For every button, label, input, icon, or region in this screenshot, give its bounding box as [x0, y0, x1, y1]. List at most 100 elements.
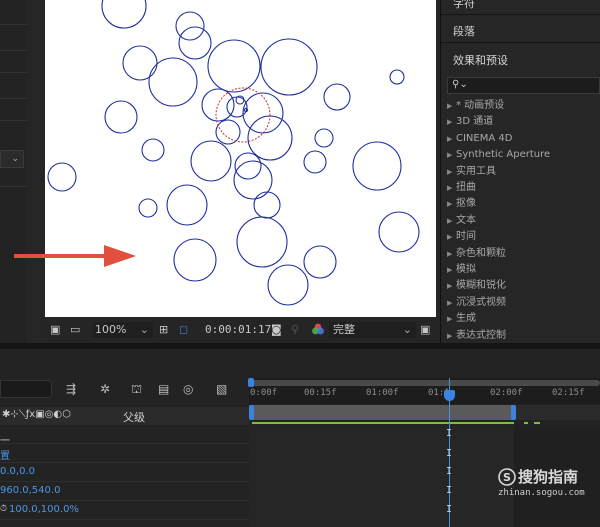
work-area-bar[interactable] [252, 405, 514, 420]
work-area-end-handle[interactable] [511, 405, 516, 420]
switches-icons: ✱⊹⟍ƒx▣◎◐⬡ [2, 409, 71, 420]
red-arrow-icon [14, 245, 136, 267]
keyframe-marker[interactable]: I [446, 485, 452, 496]
effects-category-item[interactable]: ▶ 表达式控制 [447, 328, 506, 344]
resolution-dropdown[interactable]: 完整 ⌄ [329, 322, 416, 338]
expand-triangle-icon[interactable]: ▶ [447, 229, 456, 245]
expand-triangle-icon[interactable]: ▶ [447, 311, 456, 327]
search-icon: ⚲⌄ [452, 79, 468, 90]
parent-column-label: 父级 [123, 411, 145, 424]
expand-triangle-icon[interactable]: ▶ [447, 246, 456, 262]
effects-category-label: 抠像 [456, 198, 476, 209]
layer-column-header: ✱⊹⟍ƒx▣◎◐⬡ 父级 [0, 407, 249, 425]
expand-triangle-icon[interactable]: ▶ [447, 180, 456, 196]
effects-category-label: 时间 [456, 231, 476, 242]
chevron-down-icon[interactable]: ⌄ [0, 150, 24, 168]
expand-triangle-icon[interactable]: ▶ [447, 278, 456, 294]
effects-category-item[interactable]: ▶ CINEMA 4D [447, 131, 512, 147]
motion-blur-icon[interactable]: ◎ [183, 380, 193, 398]
expand-triangle-icon[interactable]: ▶ [447, 147, 456, 163]
effects-category-item[interactable]: ▶ 模拟 [447, 262, 476, 278]
transparency-grid-icon[interactable]: ◻ [179, 322, 188, 338]
effects-category-label: 模糊和锐化 [456, 280, 506, 291]
zoom-dropdown[interactable]: 100% ⌄ [93, 322, 153, 338]
effects-category-label: 扭曲 [456, 182, 476, 193]
snapshot-display-icon[interactable]: ▣ [50, 322, 60, 338]
color-channels-icon[interactable] [311, 322, 325, 338]
scale-value[interactable]: 100.0,100.0% [9, 504, 79, 515]
region-of-interest-icon[interactable]: ⊞ [159, 322, 168, 338]
keyframe-marker[interactable]: I [446, 466, 452, 477]
effects-category-item[interactable]: ▶ 杂色和颗粒 [447, 246, 506, 262]
effects-category-label: 杂色和颗粒 [456, 248, 506, 259]
keyframe-marker[interactable]: I [446, 504, 452, 515]
effects-category-item[interactable]: ▶ 模糊和锐化 [447, 278, 506, 294]
hide-shy-layers-icon[interactable]: ⛫ [131, 380, 142, 398]
effects-category-item[interactable]: ▶ 文本 [447, 213, 476, 229]
monitor-icon[interactable]: ▭ [70, 322, 80, 338]
expand-triangle-icon[interactable]: ▶ [447, 295, 456, 311]
time-navigator-bar[interactable] [252, 380, 600, 386]
effects-category-item[interactable]: ▶ * 动画预设 [447, 98, 504, 114]
expand-triangle-icon[interactable]: ▶ [447, 98, 456, 114]
render-cache-indicator [534, 422, 540, 424]
watermark-brand: 搜狗指南 [518, 468, 579, 486]
property-dash: 一 [0, 436, 10, 447]
work-area-start-handle[interactable] [249, 405, 254, 420]
stopwatch-icon[interactable]: ⏱ [0, 504, 7, 514]
camera-icon[interactable]: ◙ [271, 322, 282, 338]
effects-category-item[interactable]: ▶ 3D 通道 [447, 114, 493, 130]
effects-category-label: 生成 [456, 313, 476, 324]
expand-triangle-icon[interactable]: ▶ [447, 131, 456, 147]
effects-presets-title: 效果和预设 [453, 54, 508, 67]
chevron-down-icon: ⌄ [402, 323, 412, 336]
effects-category-item[interactable]: ▶ 扭曲 [447, 180, 476, 196]
expand-triangle-icon[interactable]: ▶ [447, 114, 456, 130]
render-cache-indicator [524, 422, 528, 424]
frame-blending-icon[interactable]: ▤ [158, 380, 169, 398]
work-area-remainder [514, 405, 600, 420]
effects-category-item[interactable]: ▶ 生成 [447, 311, 476, 327]
expand-triangle-icon[interactable]: ▶ [447, 196, 456, 212]
composition-flowchart-icon[interactable]: ⇶ [66, 380, 76, 398]
effects-category-item[interactable]: ▶ Synthetic Aperture [447, 147, 550, 163]
effects-category-label: 表达式控制 [456, 330, 506, 341]
effects-search-input[interactable]: ⚲⌄ [447, 77, 600, 94]
watermark-url: zhinan.sogou.com [498, 488, 585, 498]
effects-category-item[interactable]: ▶ 时间 [447, 229, 476, 245]
character-tab[interactable]: 字符 [453, 0, 475, 11]
layer-search-input[interactable] [0, 380, 52, 398]
channel-icon[interactable]: ⚲ [291, 322, 299, 338]
keyframe-marker[interactable]: I [446, 428, 452, 439]
anchor-point-value[interactable]: 0.0,0.0 [0, 466, 35, 477]
keyframe-marker[interactable]: I [446, 448, 452, 459]
expand-triangle-icon[interactable]: ▶ [447, 164, 456, 180]
chevron-down-icon: ⌄ [139, 323, 149, 336]
current-timecode[interactable]: 0:00:01:17 [205, 322, 271, 338]
ruler-tick-label: 00:15f [304, 388, 337, 398]
expand-triangle-icon[interactable]: ▶ [447, 328, 456, 344]
draft-3d-icon[interactable]: ✲ [100, 380, 110, 398]
effects-category-item[interactable]: ▶ 抠像 [447, 196, 476, 212]
position-label[interactable]: 置 [0, 447, 10, 462]
playhead-handle[interactable] [444, 390, 455, 401]
svg-text:S: S [503, 471, 511, 484]
position-value[interactable]: 960.0,540.0 [0, 485, 60, 496]
ruler-tick-label: 02:15f [552, 388, 585, 398]
effects-category-item[interactable]: ▶ 沉浸式视频 [447, 295, 506, 311]
expand-triangle-icon[interactable]: ▶ [447, 213, 456, 229]
navigator-start-handle[interactable] [248, 378, 254, 387]
effects-category-label: 文本 [456, 215, 476, 226]
effects-category-label: 3D 通道 [456, 116, 494, 127]
render-cache-indicator [252, 422, 514, 424]
viewer-toolbar: ▣ ▭ 100% ⌄ ⊞ ◻ 0:00:01:17 ◙ ⚲ 完整 ⌄ ▣ [45, 318, 440, 342]
resolution-value: 完整 [333, 323, 355, 336]
fast-preview-icon[interactable]: ▣ [420, 322, 430, 338]
project-panel-strip [0, 0, 27, 343]
zoom-value: 100% [95, 323, 127, 336]
paragraph-tab[interactable]: 段落 [453, 23, 475, 39]
graph-editor-icon[interactable]: ▧ [216, 380, 227, 398]
effects-category-item[interactable]: ▶ 实用工具 [447, 164, 496, 180]
effects-category-label: 模拟 [456, 264, 476, 275]
expand-triangle-icon[interactable]: ▶ [447, 262, 456, 278]
